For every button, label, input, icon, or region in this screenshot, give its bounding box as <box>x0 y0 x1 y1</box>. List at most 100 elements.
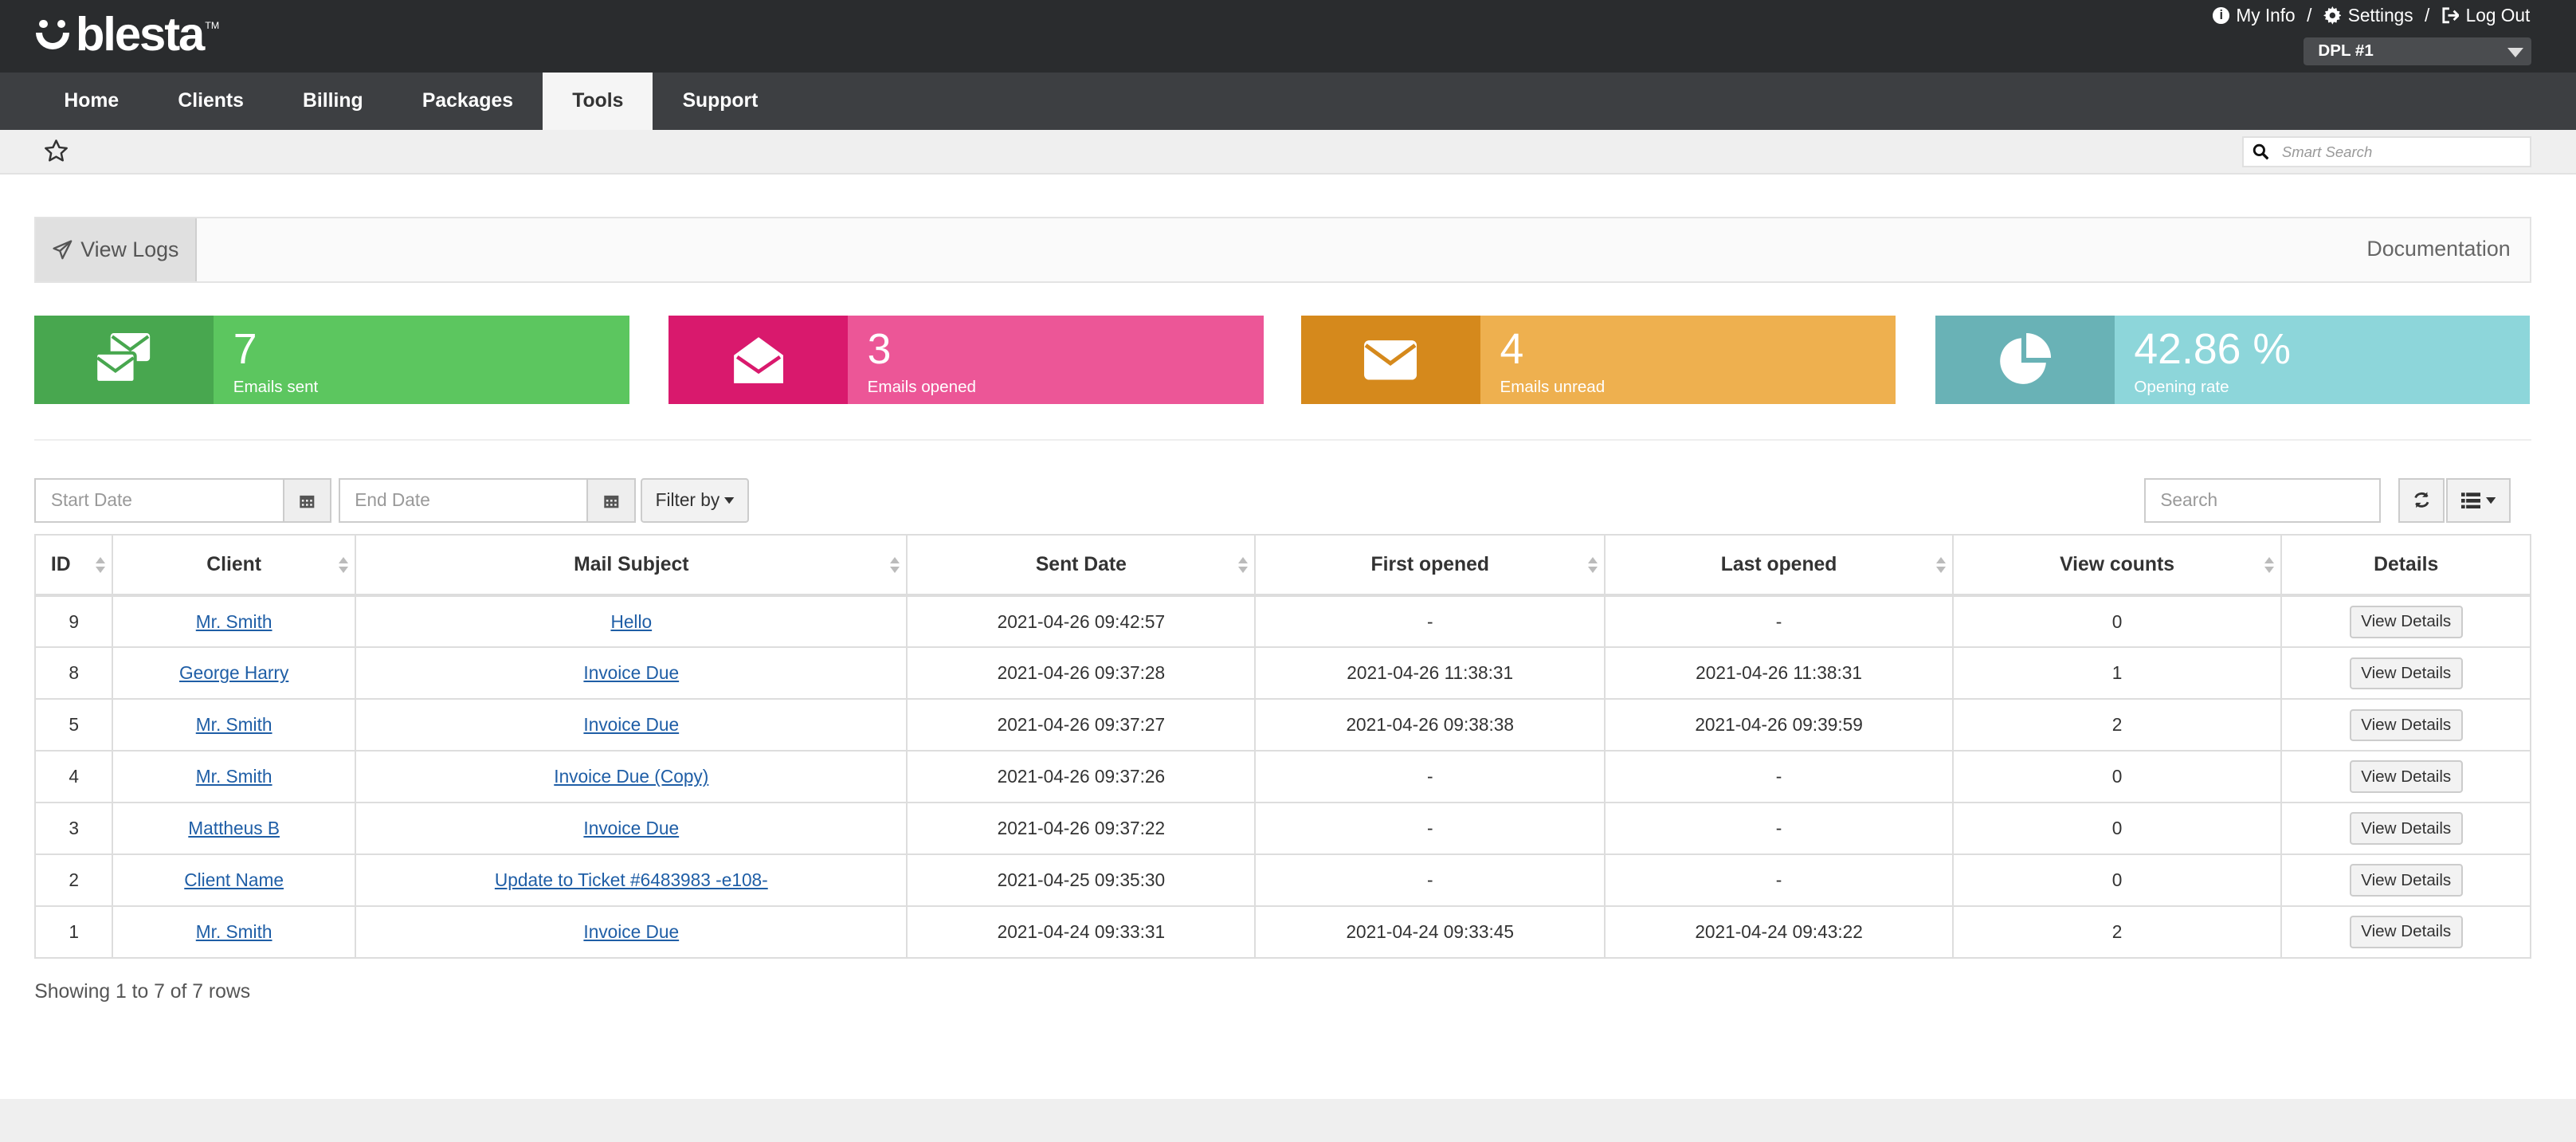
account-links: i My Info / Settings / Log Out <box>2213 5 2530 26</box>
subject-link[interactable]: Update to Ticket #6483983 -e108- <box>495 869 768 890</box>
column-header-mail-subject[interactable]: Mail Subject <box>355 534 908 598</box>
table-row: 8 George Harry Invoice Due 2021-04-26 09… <box>34 646 2532 701</box>
settings-label: Settings <box>2347 5 2413 26</box>
view-details-button[interactable]: View Details <box>2349 864 2463 897</box>
column-header-details: Details <box>2280 534 2532 598</box>
cell-last-opened: 2021-04-26 09:39:59 <box>1604 698 1954 752</box>
cell-first-opened: 2021-04-26 11:38:31 <box>1254 646 1606 701</box>
view-details-button[interactable]: View Details <box>2349 606 2463 638</box>
gear-icon <box>2323 6 2342 25</box>
subject-link[interactable]: Hello <box>610 611 652 632</box>
nav-billing[interactable]: Billing <box>273 73 393 130</box>
client-link[interactable]: Mattheus B <box>188 818 280 838</box>
client-link[interactable]: Mr. Smith <box>196 921 272 942</box>
cell-sent-date: 2021-04-26 09:37:22 <box>906 802 1257 856</box>
column-header-last-opened[interactable]: Last opened <box>1604 534 1954 598</box>
list-icon <box>2460 492 2481 508</box>
pagination-summary: Showing 1 to 7 of 7 rows <box>34 980 251 1003</box>
cell-sent-date: 2021-04-26 09:37:26 <box>906 750 1257 804</box>
end-date-input[interactable]: End Date <box>338 477 589 523</box>
cell-view-counts: 1 <box>1952 646 2283 701</box>
nav-home[interactable]: Home <box>34 73 148 130</box>
documentation-link[interactable]: Documentation <box>2366 237 2510 261</box>
column-header-view-counts[interactable]: View counts <box>1952 534 2283 598</box>
logo-trademark: TM <box>205 19 220 31</box>
end-date-calendar-button[interactable] <box>586 477 636 523</box>
columns-toggle-button[interactable] <box>2446 477 2511 523</box>
chevron-down-icon <box>2507 47 2524 57</box>
main-nav: Home Clients Billing Packages Tools Supp… <box>0 72 2576 130</box>
cell-view-counts: 0 <box>1952 802 2283 856</box>
subject-link[interactable]: Invoice Due <box>583 818 679 838</box>
stat-value: 3 <box>867 325 892 374</box>
subject-link[interactable]: Invoice Due <box>583 662 679 683</box>
cell-subject: Invoice Due <box>355 802 908 856</box>
column-header-client[interactable]: Client <box>112 534 357 598</box>
cell-client: Client Name <box>112 854 357 908</box>
caret-down-icon <box>724 496 735 504</box>
client-link[interactable]: George Harry <box>179 662 288 683</box>
client-link[interactable]: Mr. Smith <box>196 611 272 632</box>
cell-client: Mr. Smith <box>112 905 357 959</box>
caret-down-icon <box>2485 496 2496 504</box>
company-select-value: DPL #1 <box>2318 41 2374 60</box>
stat-icon-box <box>1935 315 2115 405</box>
subject-link[interactable]: Invoice Due (Copy) <box>554 766 708 787</box>
cell-client: Mr. Smith <box>112 698 357 752</box>
nav-tools[interactable]: Tools <box>543 72 653 130</box>
cell-id: 5 <box>34 698 114 752</box>
logout-link[interactable]: Log Out <box>2441 5 2530 26</box>
nav-clients[interactable]: Clients <box>148 73 273 130</box>
start-date-input[interactable]: Start Date <box>34 477 284 523</box>
stat-emails-sent: 7 Emails sent <box>34 315 629 405</box>
nav-support[interactable]: Support <box>653 73 787 130</box>
view-details-button[interactable]: View Details <box>2349 812 2463 845</box>
smart-search[interactable]: Smart Search <box>2242 136 2532 168</box>
company-select[interactable]: DPL #1 <box>2303 37 2532 66</box>
stat-value: 4 <box>1500 325 1524 374</box>
table-search-input[interactable]: Search <box>2143 477 2381 523</box>
table-row: 1 Mr. Smith Invoice Due 2021-04-24 09:33… <box>34 905 2532 959</box>
view-details-button[interactable]: View Details <box>2349 916 2463 948</box>
logo[interactable]: blesta TM <box>34 10 219 59</box>
view-details-button[interactable]: View Details <box>2349 657 2463 689</box>
client-link[interactable]: Mr. Smith <box>196 766 272 787</box>
main-content: View Logs Documentation 7 Emails sent 3 … <box>0 174 2576 1100</box>
column-header-id[interactable]: ID <box>34 534 114 598</box>
client-link[interactable]: Mr. Smith <box>196 714 272 735</box>
cell-last-opened: - <box>1604 802 1954 856</box>
cell-details: View Details <box>2280 854 2532 908</box>
smart-search-input[interactable]: Smart Search <box>2282 143 2372 161</box>
logout-icon <box>2442 7 2460 24</box>
cell-subject: Invoice Due <box>355 698 908 752</box>
cell-last-opened: - <box>1604 854 1954 908</box>
subject-link[interactable]: Invoice Due <box>583 921 679 942</box>
column-header-first-opened[interactable]: First opened <box>1254 534 1606 598</box>
cell-details: View Details <box>2280 595 2532 649</box>
stat-emails-opened: 3 Emails opened <box>669 315 1264 405</box>
filter-by-dropdown[interactable]: Filter by <box>641 477 750 523</box>
view-details-button[interactable]: View Details <box>2349 760 2463 793</box>
cell-last-opened: 2021-04-26 11:38:31 <box>1604 646 1954 701</box>
column-header-sent-date[interactable]: Sent Date <box>906 534 1257 598</box>
client-link[interactable]: Client Name <box>184 869 284 890</box>
cell-subject: Update to Ticket #6483983 -e108- <box>355 854 908 908</box>
view-logs-tab[interactable]: View Logs <box>36 218 198 281</box>
cell-view-counts: 0 <box>1952 854 2283 908</box>
cell-details: View Details <box>2280 802 2532 856</box>
my-info-link[interactable]: i My Info <box>2213 5 2296 26</box>
search-icon <box>2253 144 2269 160</box>
cell-client: Mr. Smith <box>112 595 357 649</box>
refresh-button[interactable] <box>2398 477 2445 523</box>
stat-value: 42.86 % <box>2134 325 2292 374</box>
cell-client: George Harry <box>112 646 357 701</box>
star-icon[interactable] <box>43 138 69 164</box>
subject-link[interactable]: Invoice Due <box>583 714 679 735</box>
cell-last-opened: - <box>1604 595 1954 649</box>
nav-packages[interactable]: Packages <box>393 73 543 130</box>
settings-link[interactable]: Settings <box>2323 5 2413 26</box>
pie-chart-icon <box>2000 333 2052 385</box>
cell-id: 3 <box>34 802 114 856</box>
start-date-calendar-button[interactable] <box>282 477 332 523</box>
view-details-button[interactable]: View Details <box>2349 708 2463 741</box>
